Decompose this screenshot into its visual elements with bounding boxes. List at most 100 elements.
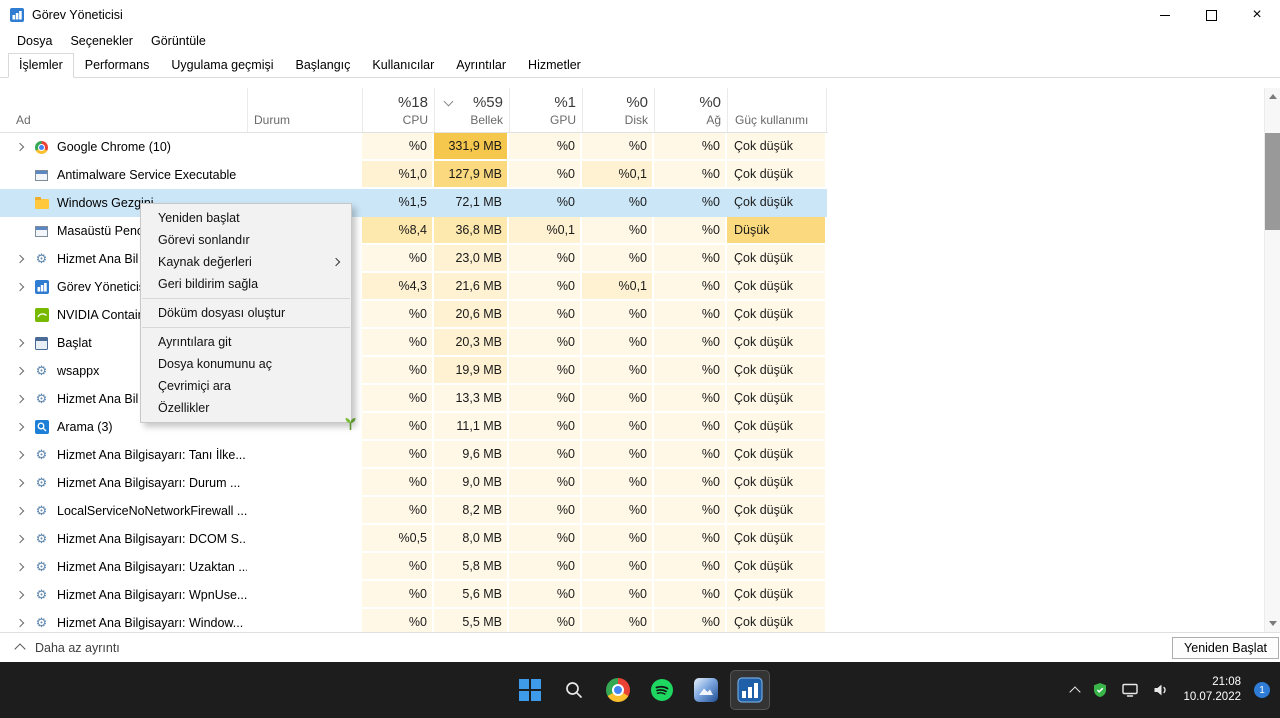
column-header-gpu[interactable]: %1 GPU [509, 88, 582, 132]
expand-chevron-icon[interactable] [14, 394, 26, 404]
column-header-net[interactable]: %0 Ağ [654, 88, 727, 132]
menu-item-label: Görevi sonlandır [158, 233, 250, 247]
taskbar-start-button[interactable] [510, 670, 550, 710]
expand-chevron-icon[interactable] [14, 142, 26, 152]
cell-power: Çok düşük [727, 469, 827, 497]
minimize-button[interactable] [1142, 0, 1188, 30]
taskbar-clock[interactable]: 21:08 10.07.2022 [1183, 675, 1241, 705]
table-row[interactable]: ⚙ Hizmet Ana Bil %0 23,0 MB %0 %0 %0 Çok düşük [0, 245, 828, 273]
less-details-toggle[interactable]: Daha az ayrıntı [14, 641, 120, 655]
menu-goruntule[interactable]: Görüntüle [142, 32, 215, 50]
cell-disk: %0 [582, 385, 654, 413]
tab-kullanicilar[interactable]: Kullanıcılar [361, 53, 445, 78]
tab-islemler[interactable]: İşlemler [8, 53, 74, 78]
expand-chevron-icon[interactable] [14, 422, 26, 432]
context-menu-item-kaynak-degerleri[interactable]: Kaynak değerleri [141, 251, 351, 273]
notification-badge[interactable]: 1 [1254, 682, 1270, 698]
column-header-disk[interactable]: %0 Disk [582, 88, 654, 132]
tab-uygulama-gecmisi[interactable]: Uygulama geçmişi [160, 53, 284, 78]
title-bar[interactable]: Görev Yöneticisi × [0, 0, 1280, 30]
table-row[interactable]: ⚙ Hizmet Ana Bilgisayarı: Window... %0 5,5 … [0, 609, 828, 632]
column-header-cpu[interactable]: %18 CPU [362, 88, 434, 132]
process-name-cell: ⚙ Hizmet Ana Bilgisayarı: Tanı İlke... [0, 441, 247, 469]
column-header-power[interactable]: Güç kullanımı [727, 88, 827, 132]
expand-chevron-icon[interactable] [14, 618, 26, 628]
volume-icon[interactable] [1152, 682, 1170, 698]
table-row[interactable]: Başlat %0 20,3 MB %0 %0 %0 Çok düşük [0, 329, 828, 357]
context-menu-item-ozellikler[interactable]: Özellikler [141, 397, 351, 419]
cell-gpu: %0 [509, 553, 582, 581]
context-menu-item-dokum-dosyasi-olustur[interactable]: Döküm dosyası oluştur [141, 302, 351, 324]
expand-chevron-icon[interactable] [14, 562, 26, 572]
context-menu-item-cevrimici-ara[interactable]: Çevrimiçi ara [141, 375, 351, 397]
cell-power: Çok düşük [727, 189, 827, 217]
gear-icon: ⚙ [35, 363, 48, 379]
table-row[interactable]: ⚙ Hizmet Ana Bilgisayarı: WpnUse... %0 5,6 … [0, 581, 828, 609]
security-shield-icon[interactable] [1092, 682, 1108, 698]
expand-chevron-icon[interactable] [14, 254, 26, 264]
scrollbar-thumb[interactable] [1265, 133, 1280, 230]
tray-icons [1069, 682, 1170, 698]
table-row[interactable]: ⚙ Hizmet Ana Bilgisayarı: Uzaktan ... %0 5,… [0, 553, 828, 581]
tab-ayrintilar[interactable]: Ayrıntılar [445, 53, 517, 78]
table-row[interactable]: ⚙ Hizmet Ana Bil %0 13,3 MB %0 %0 %0 Çok düşük [0, 385, 828, 413]
expand-chevron-icon[interactable] [14, 506, 26, 516]
taskbar-taskmanager-button[interactable] [730, 670, 770, 710]
column-header-mem[interactable]: %59 Bellek [434, 88, 509, 132]
table-row[interactable]: ⚙ Hizmet Ana Bilgisayarı: Tanı İlke... %0 9… [0, 441, 828, 469]
table-row[interactable]: ⚙ Hizmet Ana Bilgisayarı: Durum ... %0 9,0 … [0, 469, 828, 497]
expand-chevron-icon[interactable] [14, 534, 26, 544]
tab-baslangic[interactable]: Başlangıç [285, 53, 362, 78]
cell-gpu: %0 [509, 609, 582, 632]
expand-chevron-icon[interactable] [14, 590, 26, 600]
context-menu-item-dosya-konumunu-ac[interactable]: Dosya konumunu aç [141, 353, 351, 375]
expand-chevron-icon[interactable] [14, 366, 26, 376]
tab-hizmetler[interactable]: Hizmetler [517, 53, 592, 78]
network-icon[interactable] [1121, 682, 1139, 698]
close-button[interactable]: × [1234, 0, 1280, 30]
table-row[interactable]: NVIDIA Contain %0 20,6 MB %0 %0 %0 Çok düşük [0, 301, 828, 329]
taskbar-chrome-button[interactable] [598, 670, 638, 710]
process-name: Antimalware Service Executable [57, 168, 237, 182]
taskbar-photos-button[interactable] [686, 670, 726, 710]
taskbar-spotify-button[interactable] [642, 670, 682, 710]
maximize-button[interactable] [1188, 0, 1234, 30]
table-row[interactable]: Windows Gezgini %1,5 72,1 MB %0 %0 %0 Çok düşü… [0, 189, 828, 217]
gear-icon: ⚙ [35, 251, 48, 267]
column-header-status[interactable]: Durum [247, 88, 362, 132]
expand-chevron-icon[interactable] [14, 338, 26, 348]
table-row[interactable]: ⚙ wsappx %0 19,9 MB %0 %0 %0 Çok düşük [0, 357, 828, 385]
hidden-icons-chevron-icon[interactable] [1069, 684, 1082, 698]
column-header-name[interactable]: Ad [0, 88, 247, 132]
scrollbar-up-arrow-icon[interactable] [1265, 88, 1280, 105]
scrollbar-down-arrow-icon[interactable] [1265, 615, 1280, 632]
cell-mem: 8,0 MB [434, 525, 509, 553]
table-row[interactable]: Arama (3) %0 11,1 MB %0 %0 %0 Çok düşük [0, 413, 828, 441]
context-menu-item-yeniden-baslat[interactable]: Yeniden başlat [141, 207, 351, 229]
vertical-scrollbar[interactable] [1264, 88, 1280, 632]
table-row[interactable]: ⚙ Hizmet Ana Bilgisayarı: DCOM S... %0,5 8,… [0, 525, 828, 553]
table-row[interactable]: Masaüstü Penc %8,4 36,8 MB %0,1 %0 %0 Düşük [0, 217, 828, 245]
restart-button[interactable]: Yeniden Başlat [1172, 637, 1279, 659]
expand-chevron-icon[interactable] [14, 478, 26, 488]
process-status-cell [247, 469, 362, 497]
expand-chevron-icon[interactable] [14, 450, 26, 460]
cell-gpu: %0 [509, 301, 582, 329]
context-menu-item-gorevi-sonlandir[interactable]: Görevi sonlandır [141, 229, 351, 251]
menu-secenekler[interactable]: Seçenekler [61, 32, 142, 50]
menu-dosya[interactable]: Dosya [8, 32, 61, 50]
table-row[interactable]: Görev Yöneticisi %4,3 21,6 MB %0 %0,1 %0 Çok d… [0, 273, 828, 301]
process-name: wsappx [57, 364, 100, 378]
expand-chevron-icon[interactable] [14, 282, 26, 292]
taskbar-search-button[interactable] [554, 670, 594, 710]
context-menu-item-ayrintilara-git[interactable]: Ayrıntılara git [141, 331, 351, 353]
windows-start-icon [519, 679, 541, 701]
tab-bar: İşlemler Performans Uygulama geçmişi Başlan… [0, 52, 1280, 78]
cell-cpu: %0 [362, 469, 434, 497]
table-row[interactable]: Antimalware Service Executable %1,0 127,9 … [0, 161, 828, 189]
usage-percent: %0 [699, 94, 721, 111]
tab-performans[interactable]: Performans [74, 53, 161, 78]
table-row[interactable]: ⚙ LocalServiceNoNetworkFirewall ... %0 8,2 … [0, 497, 828, 525]
context-menu-item-geri-bildirim-sagla[interactable]: Geri bildirim sağla [141, 273, 351, 295]
table-row[interactable]: Google Chrome (10) %0 331,9 MB %0 %0 %0 Çok dü… [0, 133, 828, 161]
